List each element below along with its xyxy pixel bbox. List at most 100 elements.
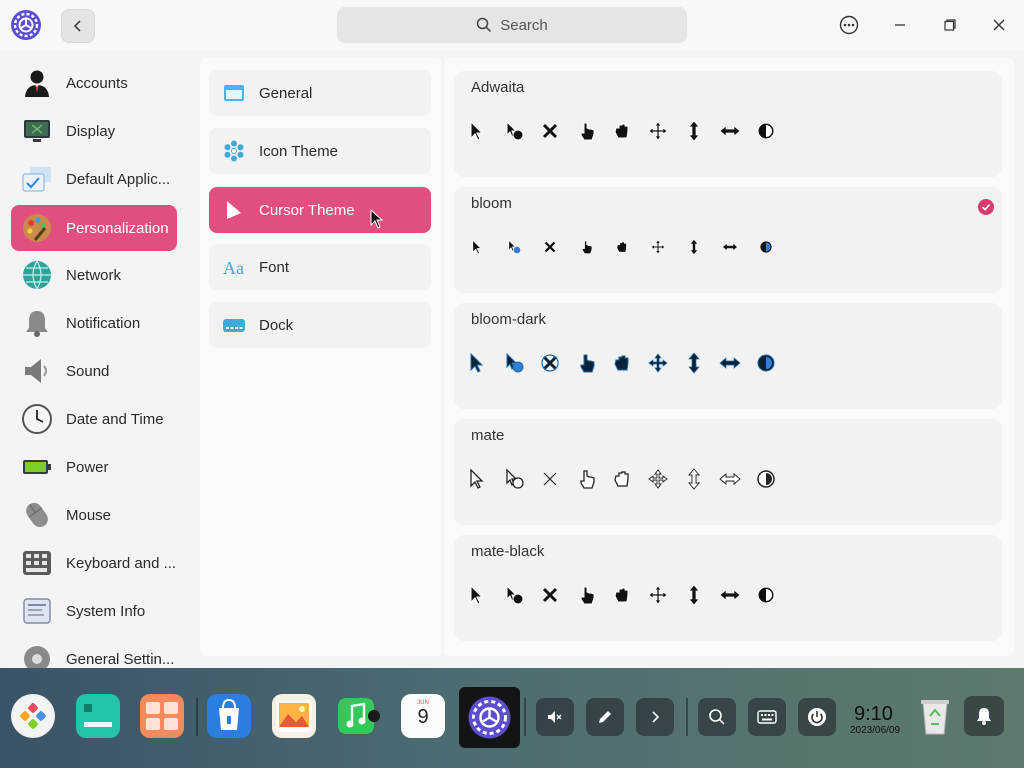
- chevron-left-icon: [73, 20, 81, 32]
- multitasking-button[interactable]: [76, 694, 120, 738]
- cursor-busy-icon: [757, 354, 775, 372]
- category-dock[interactable]: Dock: [209, 302, 431, 348]
- cursor-grab-hand-icon: [614, 471, 629, 487]
- theme-card-mate[interactable]: mate: [454, 419, 1002, 525]
- sidebar-item-notification[interactable]: Notification: [11, 300, 177, 346]
- app-store-grid-button[interactable]: [140, 694, 184, 738]
- sidebar-item-personalization[interactable]: Personalization: [11, 205, 177, 251]
- cursor-resize-horizontal-icon: [719, 125, 741, 137]
- onscreen-keyboard-button[interactable]: [748, 698, 786, 736]
- sidebar-item-system-info[interactable]: System Info: [11, 588, 177, 634]
- search-placeholder: Search: [500, 16, 548, 34]
- trash-button[interactable]: [913, 694, 957, 738]
- close-button[interactable]: [986, 12, 1012, 38]
- sidebar-item-sound[interactable]: Sound: [11, 348, 177, 394]
- cursor-progress-icon: [508, 239, 522, 255]
- theme-name: Adwaita: [471, 79, 525, 96]
- checkmark-icon: [978, 199, 994, 215]
- chevron-right-icon: [652, 711, 660, 723]
- display-icon: [24, 120, 50, 142]
- battery-icon: [23, 460, 51, 474]
- cursor-arrow-icon: [470, 468, 484, 489]
- snowflake-icon: [224, 140, 244, 162]
- sidebar-item-display[interactable]: Display: [11, 108, 177, 154]
- sidebar-item-power[interactable]: Power: [11, 444, 177, 490]
- accounts-icon: [25, 70, 49, 97]
- sidebar-item-label: Default Applic...: [66, 170, 171, 188]
- cursor-move-icon: [648, 353, 668, 373]
- cursor-grab-hand-icon: [614, 587, 629, 603]
- sidebar-item-label: Network: [66, 266, 122, 284]
- cursor-move-icon: [648, 585, 668, 605]
- cursor-busy-icon: [757, 470, 775, 488]
- sidebar-item-default-applications[interactable]: Default Applic...: [11, 156, 177, 202]
- theme-name: bloom: [471, 195, 512, 212]
- image-viewer-button[interactable]: [272, 694, 316, 738]
- dock-search-button[interactable]: [698, 698, 736, 736]
- search-input[interactable]: Search: [337, 7, 687, 43]
- settings-app-logo-icon: [11, 10, 41, 40]
- mouse-pointer-icon: [370, 209, 384, 229]
- category-label: General: [259, 84, 313, 102]
- category-cursor-theme[interactable]: Cursor Theme: [209, 187, 431, 233]
- title-bar: Search: [0, 0, 1024, 50]
- cursor-not-allowed-icon: [542, 123, 558, 139]
- cursor-busy-icon: [757, 586, 775, 604]
- cursor-resize-horizontal-icon: [719, 589, 741, 601]
- expand-tray-button[interactable]: [636, 698, 674, 736]
- clock-time[interactable]: 9:10: [854, 703, 893, 726]
- calendar-button[interactable]: JUN 9: [401, 694, 445, 738]
- cursor-not-allowed-icon: [541, 354, 559, 372]
- control-center-button[interactable]: [459, 687, 520, 748]
- launcher-button[interactable]: [11, 694, 55, 738]
- clock-date[interactable]: 2023/06/09: [850, 725, 900, 736]
- cursor-icon: [227, 201, 241, 219]
- cursor-grab-hand-icon: [614, 355, 629, 371]
- cursor-progress-icon: [506, 352, 524, 373]
- cursor-progress-icon: [506, 584, 524, 605]
- sidebar-item-label: Mouse: [66, 506, 112, 524]
- sidebar-item-label: Personalization: [66, 219, 169, 237]
- more-icon: [839, 15, 859, 35]
- keyboard-icon: [757, 710, 777, 724]
- sidebar-item-keyboard[interactable]: Keyboard and ...: [11, 540, 177, 586]
- volume-button[interactable]: [536, 698, 574, 736]
- notification-center-button[interactable]: [964, 696, 1004, 736]
- power-button[interactable]: [798, 698, 836, 736]
- theme-name: mate: [471, 427, 505, 444]
- category-icon-theme[interactable]: Icon Theme: [209, 128, 431, 174]
- category-font[interactable]: Aa Font: [209, 244, 431, 290]
- keyboard-icon: [23, 551, 51, 575]
- back-button[interactable]: [61, 9, 95, 43]
- photo-icon: [276, 700, 312, 732]
- window-icon: [224, 85, 244, 101]
- theme-card-adwaita[interactable]: Adwaita: [454, 71, 1002, 177]
- cursor-resize-horizontal-icon: [719, 473, 741, 485]
- music-note-icon: [338, 698, 380, 734]
- cursor-arrow-icon: [470, 584, 484, 605]
- minimize-button[interactable]: [887, 12, 913, 38]
- search-icon: [709, 709, 725, 725]
- sidebar-item-mouse[interactable]: Mouse: [11, 492, 177, 538]
- theme-card-mate-black[interactable]: mate-black: [454, 535, 1002, 641]
- cursor-arrow-icon: [472, 239, 482, 255]
- launcher-icon: [13, 696, 53, 736]
- sidebar-item-accounts[interactable]: Accounts: [11, 60, 177, 106]
- dock-separator: [196, 698, 198, 736]
- sidebar-item-date-and-time[interactable]: Date and Time: [11, 396, 177, 442]
- category-general[interactable]: General: [209, 70, 431, 116]
- speaker-icon: [25, 359, 47, 383]
- app-store-button[interactable]: [207, 694, 251, 738]
- sidebar-item-general-settings[interactable]: General Settin...: [11, 636, 177, 668]
- theme-card-bloom[interactable]: bloom: [454, 187, 1002, 293]
- cursor-not-allowed-icon: [543, 472, 557, 486]
- music-button[interactable]: [336, 694, 380, 738]
- category-label: Icon Theme: [259, 142, 338, 160]
- theme-card-bloom-dark[interactable]: bloom-dark: [454, 303, 1002, 409]
- maximize-button[interactable]: [937, 12, 963, 38]
- theme-name: bloom-dark: [471, 311, 547, 328]
- screen-pen-button[interactable]: [586, 698, 624, 736]
- multitasking-icon: [80, 700, 116, 732]
- sidebar-item-network[interactable]: Network: [11, 252, 177, 298]
- more-options-button[interactable]: [836, 12, 862, 38]
